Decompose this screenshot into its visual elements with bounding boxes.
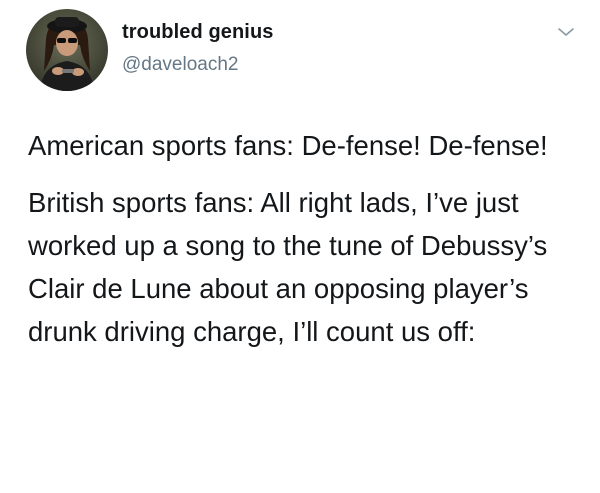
author-display-name[interactable]: troubled genius	[122, 21, 274, 44]
tweet-paragraph: American sports fans: De-fense! De-fense…	[28, 130, 548, 161]
profile-photo-icon	[26, 9, 108, 91]
avatar[interactable]	[26, 9, 108, 91]
tweet-text: American sports fans: De-fense! De-fense…	[28, 124, 588, 353]
tweet-card: troubled genius @daveloach2 American spo…	[0, 0, 600, 493]
author-handle[interactable]: @daveloach2	[122, 54, 238, 76]
chevron-down-icon[interactable]	[556, 24, 576, 40]
tweet-paragraph: British sports fans: All right lads, I’v…	[28, 187, 548, 347]
